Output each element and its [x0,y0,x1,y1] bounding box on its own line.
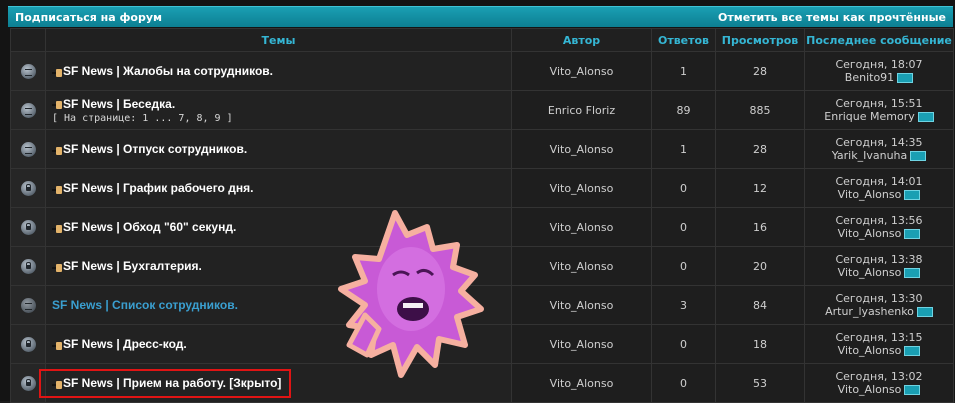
replies-cell: 0 [651,324,716,364]
last-post-user[interactable]: Enrique Memory [824,110,914,123]
topic-link[interactable]: SF News | Жалобы на сотрудников. [63,64,273,78]
sticky-hand-icon [52,68,62,77]
sticky-hand-icon [52,146,62,155]
replies-cell: 89 [651,90,716,130]
folder-icon [20,297,36,313]
lock-icon [20,180,36,196]
folder-icon [20,63,36,79]
last-post-time: Сегодня, 18:07 [835,58,923,71]
last-post-time: Сегодня, 13:02 [835,370,923,383]
table-row: SF News | Жалобы на сотрудников. Vito_Al… [10,51,954,91]
go-to-last-post-icon[interactable] [897,73,914,83]
go-to-last-post-icon[interactable] [904,346,921,356]
author-cell[interactable]: Vito_Alonso [511,168,652,208]
col-icon [10,28,46,52]
col-topics[interactable]: Темы [45,28,512,52]
table-row: SF News | Беседка. [ На странице: 1 ... 7… [10,90,954,130]
author-cell[interactable]: Vito_Alonso [511,363,652,403]
sticky-hand-icon [52,341,62,350]
last-post-time: Сегодня, 13:30 [835,292,923,305]
topic-pages[interactable]: [ На странице: 1 ... 7, 8, 9 ] [52,113,511,124]
topic-link[interactable]: SF News | Дресс-код. [63,337,187,351]
subscribe-link[interactable]: Подписаться на форум [15,11,162,24]
lock-icon [20,258,36,274]
go-to-last-post-icon[interactable] [917,112,934,122]
go-to-last-post-icon[interactable] [910,151,927,161]
last-post-user[interactable]: Vito_Alonso [838,227,902,240]
views-cell: 84 [715,285,805,325]
col-last-post[interactable]: Последнее сообщение [804,28,954,52]
table-header-row: Темы Автор Ответов Просмотров Последнее … [10,28,954,52]
author-cell[interactable]: Vito_Alonso [511,324,652,364]
last-post-time: Сегодня, 13:56 [835,214,923,227]
author-cell[interactable]: Vito_Alonso [511,51,652,91]
views-cell: 12 [715,168,805,208]
last-post-time: Сегодня, 15:51 [835,97,923,110]
last-post-user[interactable]: Vito_Alonso [838,266,902,279]
last-post-user[interactable]: Vito_Alonso [838,383,902,396]
forum-toolbar: Подписаться на форум Отметить все темы к… [8,6,953,27]
sticky-hand-icon [52,185,62,194]
author-cell[interactable]: Enrico Floriz [511,90,652,130]
views-cell: 28 [715,51,805,91]
col-replies[interactable]: Ответов [651,28,716,52]
views-cell: 53 [715,363,805,403]
views-cell: 885 [715,90,805,130]
last-post-time: Сегодня, 13:15 [835,331,923,344]
col-author[interactable]: Автор [511,28,652,52]
topic-link[interactable]: SF News | Обход "60" секунд. [63,220,236,234]
topic-link[interactable]: SF News | Бухгалтерия. [63,259,202,273]
forum-frame: Подписаться на форум Отметить все темы к… [0,0,955,403]
folder-icon [20,141,36,157]
topic-link[interactable]: SF News | Список сотрудников. [52,298,238,312]
go-to-last-post-icon[interactable] [904,190,921,200]
lock-icon [20,336,36,352]
table-row: SF News | График рабочего дня. Vito_Alon… [10,168,954,208]
views-cell: 18 [715,324,805,364]
col-views[interactable]: Просмотров [715,28,805,52]
sticky-hand-icon [52,224,62,233]
topic-link[interactable]: SF News | График рабочего дня. [63,181,253,195]
replies-cell: 1 [651,51,716,91]
author-cell[interactable]: Vito_Alonso [511,207,652,247]
go-to-last-post-icon[interactable] [916,307,933,317]
sticky-hand-icon [52,100,62,109]
replies-cell: 0 [651,246,716,286]
table-row: SF News | Отпуск сотрудников. Vito_Alons… [10,129,954,169]
views-cell: 20 [715,246,805,286]
last-post-user[interactable]: Benito91 [845,71,894,84]
author-cell[interactable]: Vito_Alonso [511,129,652,169]
go-to-last-post-icon[interactable] [904,268,921,278]
last-post-user[interactable]: Vito_Alonso [838,344,902,357]
replies-cell: 3 [651,285,716,325]
mark-all-read-link[interactable]: Отметить все темы как прочтённые [718,11,946,24]
lock-icon [20,375,36,391]
lock-icon [20,219,36,235]
highlight-box [39,369,291,398]
views-cell: 28 [715,129,805,169]
topic-link[interactable]: SF News | Беседка. [63,97,175,111]
last-post-user[interactable]: Yarik_Ivanuha [832,149,908,162]
topic-link[interactable]: SF News | Отпуск сотрудников. [63,142,247,156]
views-cell: 16 [715,207,805,247]
author-cell[interactable]: Vito_Alonso [511,246,652,286]
sticky-hand-icon [52,263,62,272]
last-post-user[interactable]: Artur_lyashenko [825,305,914,318]
last-post-time: Сегодня, 14:01 [835,175,923,188]
go-to-last-post-icon[interactable] [904,229,921,239]
go-to-last-post-icon[interactable] [904,385,921,395]
folder-icon [20,102,36,118]
last-post-time: Сегодня, 13:38 [835,253,923,266]
replies-cell: 1 [651,129,716,169]
replies-cell: 0 [651,168,716,208]
replies-cell: 0 [651,207,716,247]
last-post-user[interactable]: Vito_Alonso [838,188,902,201]
last-post-time: Сегодня, 14:35 [835,136,923,149]
replies-cell: 0 [651,363,716,403]
purple-meme-sticker [338,210,484,378]
author-cell[interactable]: Vito_Alonso [511,285,652,325]
